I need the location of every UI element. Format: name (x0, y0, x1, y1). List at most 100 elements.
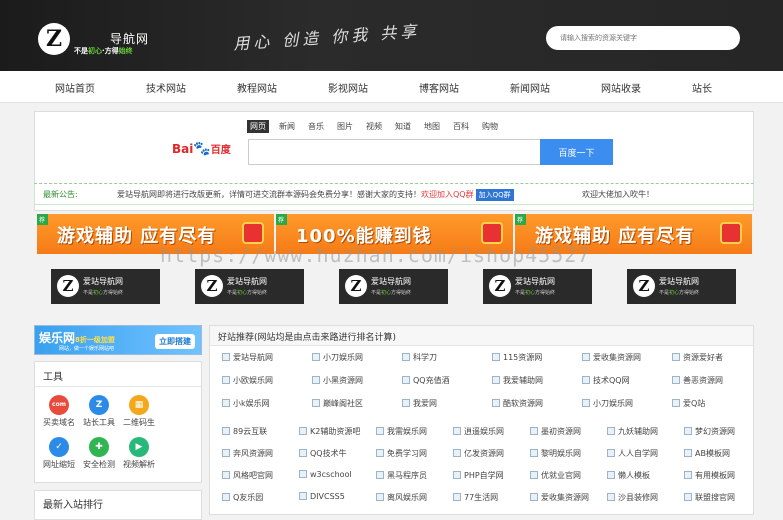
favicon-icon (376, 449, 384, 457)
tool-label: 安全检测 (83, 460, 115, 469)
site-link[interactable]: 黑马程序员 (376, 470, 427, 481)
video-icon: ▶ (129, 437, 149, 457)
nav-item-tech[interactable]: 技术网站 (146, 80, 186, 95)
nav-item-tutorial[interactable]: 教程网站 (237, 80, 277, 95)
site-link[interactable]: 我爱辅助网 (492, 375, 543, 386)
logo-icon[interactable]: Z (38, 23, 70, 55)
site-link[interactable]: DIVCSS5 (299, 492, 345, 501)
logo-card-sub-prefix: 不是 (515, 290, 526, 296)
site-link[interactable]: 懒人模板 (607, 470, 650, 481)
favicon-icon (222, 471, 230, 479)
baidu-search-button[interactable]: 百度一下 (540, 139, 613, 165)
site-link[interactable]: 酷软资源网 (492, 398, 543, 409)
notice-body: 爱站导航网即将进行改版更新，详情可进交流群本源码会免费分享！感谢大家的支持！ (117, 190, 421, 199)
site-link-label: 优就业官网 (541, 471, 581, 480)
tab-zhidao[interactable]: 知道 (392, 120, 414, 133)
site-link[interactable]: 资源爱好者 (672, 352, 723, 363)
site-link[interactable]: 联盟搜官网 (684, 492, 735, 503)
site-link[interactable]: 115资源网 (492, 352, 542, 363)
join-qq-button[interactable]: 加入QQ群 (475, 189, 514, 201)
site-link[interactable]: 我爱网 (402, 398, 437, 409)
site-link[interactable]: 爱收集资源网 (530, 492, 589, 503)
site-link[interactable]: 爱收集资源网 (582, 352, 641, 363)
tab-images[interactable]: 图片 (334, 120, 356, 133)
build-now-button[interactable]: 立即搭建 (155, 334, 195, 349)
site-link[interactable]: AB模板网 (684, 448, 730, 459)
nav-item-video[interactable]: 影视网站 (328, 80, 368, 95)
partner-logo-5[interactable]: Z 爱站导航网 不是初心方得始终 (627, 269, 736, 304)
site-link[interactable]: 人人自学网 (607, 448, 658, 459)
nav-item-webmaster[interactable]: 站长 (692, 80, 712, 95)
site-link[interactable]: 我需娱乐网 (376, 426, 427, 437)
logo-card-title: 爱站导航网 (227, 277, 267, 286)
tab-news[interactable]: 新闻 (276, 120, 298, 133)
site-link[interactable]: 技术QQ网 (582, 375, 630, 386)
site-link[interactable]: 善恶资源网 (672, 375, 723, 386)
site-link[interactable]: 奔风资源网 (222, 448, 273, 459)
site-link[interactable]: 小刀娱乐网 (312, 352, 363, 363)
logo-icon: Z (345, 275, 367, 297)
header-search-input[interactable] (546, 26, 740, 50)
site-link[interactable]: 逍遥娱乐网 (453, 426, 504, 437)
site-link[interactable]: 小黑资源网 (312, 375, 363, 386)
site-link[interactable]: 黎明娱乐网 (530, 448, 581, 459)
favicon-icon (402, 353, 410, 361)
site-link[interactable]: 梦幻资源网 (684, 426, 735, 437)
notice-qq-link[interactable]: 欢迎加入QQ群 (421, 190, 474, 199)
site-link[interactable]: K2辅助资源吧 (299, 426, 360, 437)
nav-item-home[interactable]: 网站首页 (55, 80, 95, 95)
partner-logo-1[interactable]: Z 爱站导航网 不是初心方得始终 (51, 269, 160, 304)
partner-logo-2[interactable]: Z 爱站导航网 不是初心方得始终 (195, 269, 304, 304)
tool-domain[interactable]: com 买卖域名 (39, 395, 79, 428)
left-ad-banner[interactable]: 娱乐网8折一级加盟 网站，做一个娱乐网站吧 立即搭建 (34, 325, 202, 355)
partner-logo-3[interactable]: Z 爱站导航网 不是初心方得始终 (339, 269, 448, 304)
tool-video[interactable]: ▶ 视频解析 (119, 437, 159, 470)
tool-z-tool[interactable]: Z 站长工具 (79, 395, 119, 428)
tool-qrcode[interactable]: ▦ 二维码生 (119, 395, 159, 428)
site-link[interactable]: 77生活网 (453, 492, 498, 503)
tool-shield[interactable]: ✓ 网址缩短 (39, 437, 79, 470)
site-link[interactable]: 免费学习网 (376, 448, 427, 459)
site-link[interactable]: PHP自学网 (453, 470, 504, 481)
tab-music[interactable]: 音乐 (305, 120, 327, 133)
baidu-search-input[interactable] (248, 139, 542, 165)
partner-logo-4[interactable]: Z 爱站导航网 不是初心方得始终 (483, 269, 592, 304)
site-link[interactable]: 89云互联 (222, 426, 267, 437)
site-link[interactable]: QQ充值酒 (402, 375, 450, 386)
site-link[interactable]: 爱站导航网 (222, 352, 273, 363)
logo-card-sub-green: 初心 (237, 290, 248, 296)
site-link[interactable]: 小k娱乐网 (222, 398, 270, 409)
site-link[interactable]: Q友乐园 (222, 492, 263, 503)
site-link[interactable]: w3cschool (299, 470, 352, 479)
site-link[interactable]: 九妖辅助网 (607, 426, 658, 437)
tool-safety[interactable]: ✚ 安全检测 (79, 437, 119, 470)
site-link[interactable]: 墨初资源网 (530, 426, 581, 437)
favicon-icon (492, 353, 500, 361)
nav-item-submit[interactable]: 网站收录 (601, 80, 641, 95)
favicon-icon (672, 399, 680, 407)
site-link-label: 奔风资源网 (233, 449, 273, 458)
tab-baike[interactable]: 百科 (450, 120, 472, 133)
site-link[interactable]: 离风娱乐网 (376, 492, 427, 503)
tab-video[interactable]: 视频 (363, 120, 385, 133)
site-link[interactable]: 科学刀 (402, 352, 437, 363)
site-link[interactable]: 风格吧官网 (222, 470, 273, 481)
site-link[interactable]: 小欧娱乐网 (222, 375, 273, 386)
site-link[interactable]: 小刀娱乐网 (582, 398, 633, 409)
site-link[interactable]: QQ技术牛 (299, 448, 347, 459)
site-link-label: 科学刀 (413, 353, 437, 362)
nav-item-news[interactable]: 新闻网站 (510, 80, 550, 95)
logo-card-sub-green: 初心 (93, 290, 104, 296)
site-link[interactable]: 有用模板网 (684, 470, 735, 481)
site-link[interactable]: 优就业官网 (530, 470, 581, 481)
tab-shopping[interactable]: 购物 (479, 120, 501, 133)
site-link[interactable]: 爱Q站 (672, 398, 705, 409)
site-link[interactable]: 亿发资源网 (453, 448, 504, 459)
tab-map[interactable]: 地图 (421, 120, 443, 133)
site-link[interactable]: 巅峰阁社区 (312, 398, 363, 409)
nav-item-blog[interactable]: 博客网站 (419, 80, 459, 95)
tab-web[interactable]: 网页 (247, 120, 269, 133)
favicon-icon (402, 399, 410, 407)
site-link[interactable]: 沙县装修网 (607, 492, 658, 503)
logo-title[interactable]: 导航网 (110, 30, 149, 47)
